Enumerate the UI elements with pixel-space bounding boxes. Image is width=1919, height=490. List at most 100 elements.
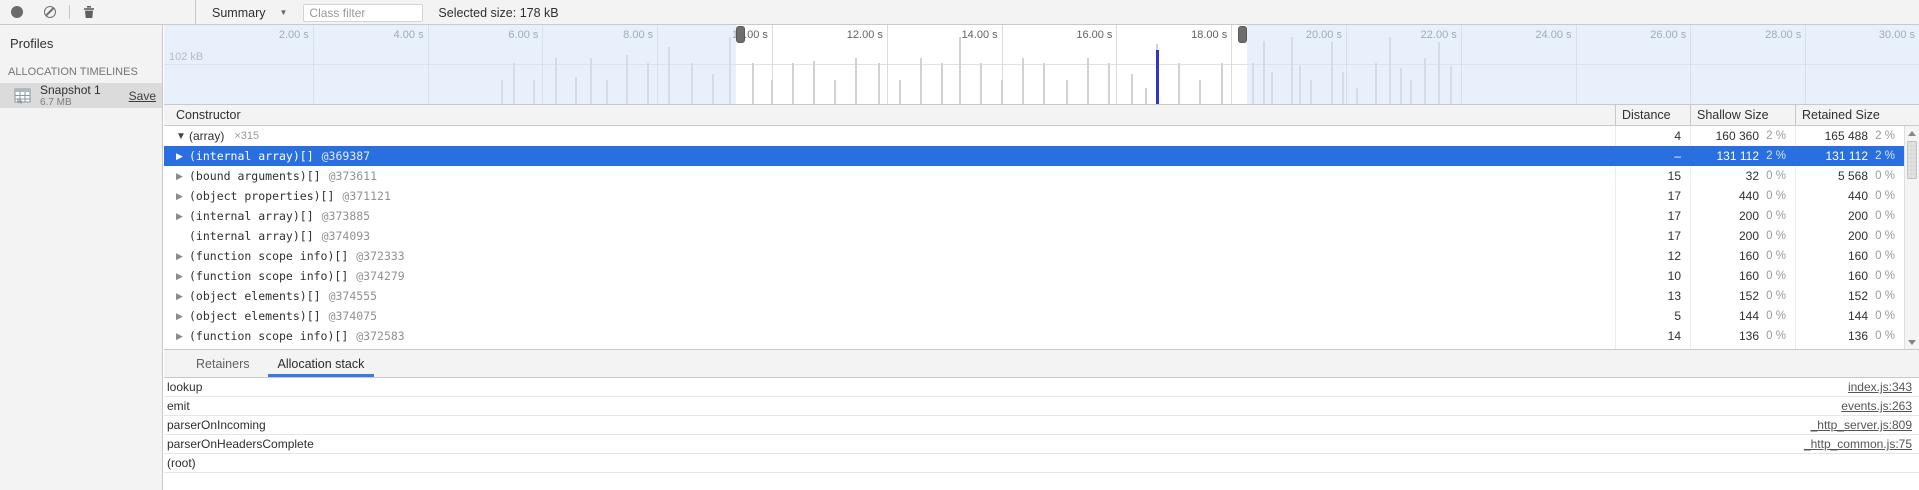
column-header-retained-size[interactable]: Retained Size: [1795, 105, 1919, 125]
sidebar-item-snapshot-1[interactable]: % Snapshot 1 6.7 MB Save: [0, 83, 162, 108]
perspective-select[interactable]: Summary ▼: [212, 6, 287, 20]
retained-size-cell: 2000 %: [1795, 226, 1904, 246]
retained-size-value: 160: [1848, 269, 1868, 283]
source-location-link[interactable]: _http_common.js:75: [1804, 437, 1912, 451]
table-row[interactable]: (internal array)[]@374093172000 %2000 %: [164, 226, 1904, 246]
table-row[interactable]: ▶(function scope info)[]@373101131360 %1…: [164, 346, 1904, 350]
shallow-size-value: 160: [1739, 249, 1759, 263]
constructor-name: (function scope info)[]: [189, 269, 348, 283]
table-row[interactable]: ▶(internal array)[]@373885172000 %2000 %: [164, 206, 1904, 226]
retained-size-cell: 4400 %: [1795, 186, 1904, 206]
expand-arrow-icon[interactable]: ▶: [176, 151, 189, 162]
distance-cell: 15: [1615, 166, 1690, 186]
tab-allocation-stack[interactable]: Allocation stack: [264, 350, 379, 377]
constructor-cell: ▶(object elements)[]@374555: [164, 289, 1615, 303]
shallow-size-cell: 1360 %: [1690, 326, 1795, 346]
selection-handle-left[interactable]: [736, 26, 745, 43]
source-location-link[interactable]: events.js:263: [1841, 399, 1912, 413]
instance-count: ×315: [234, 130, 259, 142]
grid-scrollbar[interactable]: [1904, 126, 1919, 349]
stack-function-name: parserOnIncoming: [167, 418, 266, 432]
stack-function-name: lookup: [167, 380, 202, 394]
table-row[interactable]: ▶(object properties)[]@371121174400 %440…: [164, 186, 1904, 206]
expand-arrow-icon[interactable]: ▶: [176, 211, 189, 222]
distance-cell: –: [1615, 146, 1690, 166]
retained-size-value: 152: [1848, 289, 1868, 303]
retained-size-cell: 1360 %: [1795, 346, 1904, 350]
expand-arrow-icon[interactable]: ▶: [176, 251, 189, 262]
scrollbar-thumb[interactable]: [1907, 141, 1917, 179]
retained-size-cell: 5 5680 %: [1795, 166, 1904, 186]
allocation-timeline-chart[interactable]: 102 kB 2.00 s4.00 s6.00 s8.00 s10.00 s12…: [164, 25, 1919, 105]
distance-cell: 12: [1615, 246, 1690, 266]
expand-arrow-icon[interactable]: ▶: [176, 191, 189, 202]
table-row[interactable]: ▶(object elements)[]@374555131520 %1520 …: [164, 286, 1904, 306]
table-row[interactable]: ▶(object elements)[]@37407551440 %1440 %: [164, 306, 1904, 326]
stack-frame-row: emitevents.js:263: [164, 397, 1919, 416]
table-row[interactable]: ▶(bound arguments)[]@37361115320 %5 5680…: [164, 166, 1904, 186]
distance-cell: 4: [1615, 126, 1690, 146]
retained-size-cell: 1440 %: [1795, 306, 1904, 326]
expand-arrow-icon[interactable]: ▶: [176, 171, 189, 182]
heap-profile-view: 102 kB 2.00 s4.00 s6.00 s8.00 s10.00 s12…: [164, 25, 1919, 490]
shallow-size-cell: 1600 %: [1690, 246, 1795, 266]
shallow-size-cell: 2000 %: [1690, 206, 1795, 226]
retained-size-percent: 2 %: [1868, 130, 1904, 142]
column-header-distance[interactable]: Distance: [1615, 105, 1690, 125]
column-header-shallow-size[interactable]: Shallow Size: [1690, 105, 1795, 125]
shallow-size-cell: 160 3602 %: [1690, 126, 1795, 146]
class-filter-input[interactable]: [303, 4, 423, 22]
shallow-size-value: 136: [1739, 329, 1759, 343]
expand-arrow-icon[interactable]: ▶: [176, 331, 189, 342]
scroll-up-arrow[interactable]: [1905, 127, 1919, 139]
scroll-down-arrow[interactable]: [1905, 336, 1919, 348]
source-location-link[interactable]: _http_server.js:809: [1811, 418, 1912, 432]
allocation-bar: [1178, 63, 1180, 104]
tab-retainers[interactable]: Retainers: [182, 350, 264, 377]
shallow-size-value: 152: [1739, 289, 1759, 303]
shallow-size-percent: 0 %: [1759, 310, 1795, 322]
constructor-name: (function scope info)[]: [189, 249, 348, 263]
clear-profiles-button[interactable]: [38, 0, 62, 24]
expand-arrow-icon[interactable]: ▶: [176, 311, 189, 322]
heap-snapshot-icon: %: [14, 88, 32, 104]
column-header-constructor[interactable]: Constructor: [164, 108, 1615, 122]
retained-size-percent: 0 %: [1868, 210, 1904, 222]
expand-arrow-icon[interactable]: ▶: [176, 271, 189, 282]
retained-size-percent: 0 %: [1868, 290, 1904, 302]
retained-size-percent: 0 %: [1868, 270, 1904, 282]
allocation-bar: [1221, 63, 1223, 104]
distance-cell: 5: [1615, 306, 1690, 326]
profiles-sidebar: Profiles ALLOCATION TIMELINES % Snapshot…: [0, 25, 163, 490]
stack-function-name: parserOnHeadersComplete: [167, 437, 314, 451]
table-row[interactable]: ▶(function scope info)[]@372333121600 %1…: [164, 246, 1904, 266]
svg-text:%: %: [17, 99, 23, 104]
save-snapshot-link[interactable]: Save: [129, 89, 156, 103]
expand-arrow-icon[interactable]: ▼: [176, 131, 189, 142]
constructor-cell: ▶(object elements)[]@374075: [164, 309, 1615, 323]
table-row[interactable]: ▼(array)×3154160 3602 %165 4882 %: [164, 126, 1904, 146]
stack-function-name: (root): [167, 456, 196, 470]
tab-label: Retainers: [196, 357, 250, 371]
selection-handle-right[interactable]: [1238, 26, 1247, 43]
table-row[interactable]: ▶(internal array)[]@369387–131 1122 %131…: [164, 146, 1904, 166]
allocation-bar: [1131, 74, 1133, 104]
record-heap-button[interactable]: [5, 0, 29, 24]
expand-arrow-icon[interactable]: ▶: [176, 291, 189, 302]
shallow-size-value: 160: [1739, 269, 1759, 283]
unselected-overlay-right: [1247, 25, 1919, 104]
constructor-cell: (internal array)[]@374093: [164, 229, 1615, 243]
constructor-cell: ▶(function scope info)[]@374279: [164, 269, 1615, 283]
table-row[interactable]: ▶(function scope info)[]@372583141360 %1…: [164, 326, 1904, 346]
shallow-size-percent: 0 %: [1759, 210, 1795, 222]
constructor-name: (array): [189, 129, 224, 143]
distance-cell: 17: [1615, 226, 1690, 246]
retained-size-percent: 0 %: [1868, 330, 1904, 342]
retained-size-percent: 2 %: [1868, 150, 1904, 162]
source-location-link[interactable]: index.js:343: [1848, 380, 1912, 394]
object-id: @374075: [329, 309, 377, 323]
delete-profile-button[interactable]: [77, 0, 101, 24]
table-row[interactable]: ▶(function scope info)[]@374279101600 %1…: [164, 266, 1904, 286]
allocation-bar: [792, 63, 794, 104]
retained-size-cell: 131 1122 %: [1795, 146, 1904, 166]
